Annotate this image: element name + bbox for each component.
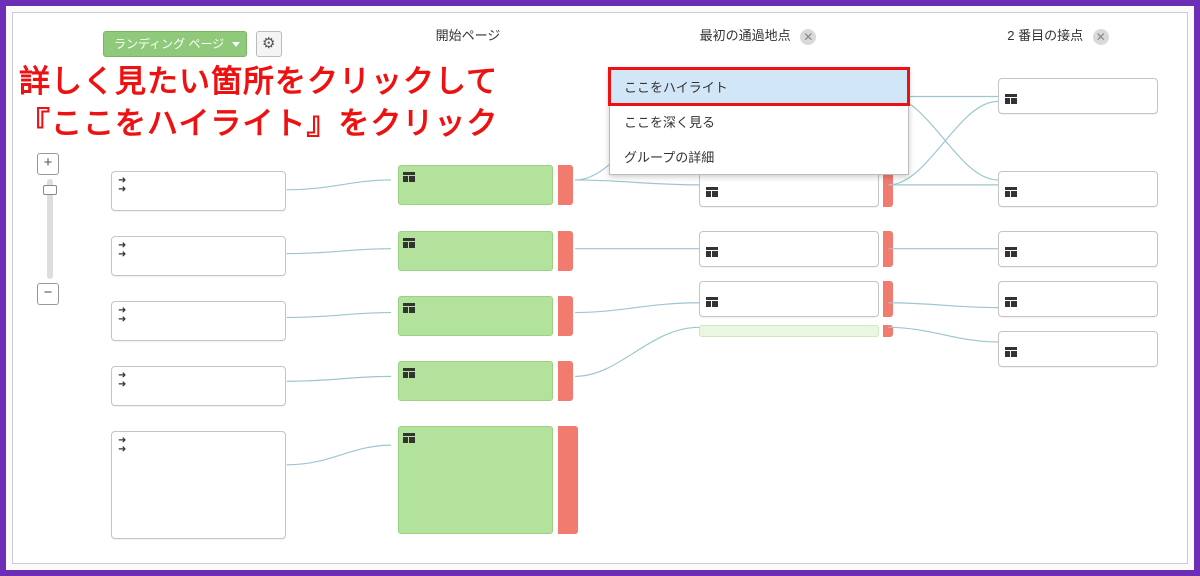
context-menu-group-detail[interactable]: グループの詳細 <box>610 139 908 174</box>
source-node[interactable]: ➜➜ <box>111 431 286 539</box>
dropoff-bar <box>558 361 573 401</box>
page-icon <box>706 247 718 257</box>
column-header-first: 最初の通過地点 <box>700 28 791 43</box>
column-header-second: 2 番目の接点 <box>1007 28 1083 43</box>
traffic-arrows-icon: ➜➜ <box>118 306 126 324</box>
zoom-slider-handle[interactable] <box>43 185 57 195</box>
page-node[interactable] <box>699 171 879 207</box>
close-icon[interactable]: ✕ <box>800 29 816 45</box>
source-node[interactable]: ➜➜ <box>111 236 286 276</box>
gear-icon: ⚙ <box>262 35 275 52</box>
page-icon <box>1005 247 1017 257</box>
page-icon <box>403 368 415 378</box>
page-node[interactable] <box>398 361 553 401</box>
context-menu: ここをハイライト ここを深く見る グループの詳細 <box>609 68 909 175</box>
annotation-line-2: 『ここをハイライト』をクリック <box>19 103 498 145</box>
dropoff-bar <box>883 231 893 267</box>
zoom-slider-track[interactable] <box>47 179 53 279</box>
zoom-in-button[interactable]: + <box>37 153 59 175</box>
page-node[interactable] <box>398 426 553 534</box>
traffic-arrows-icon: ➜➜ <box>118 241 126 259</box>
page-icon <box>403 303 415 313</box>
dropoff-bar <box>558 231 573 271</box>
landing-page-dropdown[interactable]: ランディング ページ <box>103 31 247 57</box>
page-icon <box>1005 347 1017 357</box>
source-node[interactable]: ➜➜ <box>111 366 286 406</box>
dropoff-bar <box>558 296 573 336</box>
dropoff-bar <box>883 325 893 337</box>
page-icon <box>403 238 415 248</box>
dropoff-bar <box>558 165 573 205</box>
gear-button[interactable]: ⚙ <box>256 31 282 57</box>
page-node[interactable] <box>699 231 879 267</box>
source-node[interactable]: ➜➜ <box>111 301 286 341</box>
source-node[interactable]: ➜➜ <box>111 171 286 211</box>
page-icon <box>1005 187 1017 197</box>
page-icon <box>706 297 718 307</box>
page-node[interactable] <box>998 231 1158 267</box>
instruction-annotation: 詳しく見たい箇所をクリックして 『ここをハイライト』をクリック <box>19 61 498 145</box>
page-node[interactable] <box>398 296 553 336</box>
dropoff-bar <box>883 171 893 207</box>
page-node[interactable] <box>398 231 553 271</box>
dropoff-bar <box>558 426 578 534</box>
dropoff-bar <box>883 281 893 317</box>
page-node[interactable] <box>998 331 1158 367</box>
page-node[interactable] <box>699 281 879 317</box>
landing-page-label: ランディング ページ <box>114 37 224 51</box>
traffic-arrows-icon: ➜➜ <box>118 176 126 194</box>
page-icon <box>403 172 415 182</box>
page-node[interactable] <box>998 171 1158 207</box>
page-icon <box>706 187 718 197</box>
close-icon[interactable]: ✕ <box>1093 29 1109 45</box>
traffic-arrows-icon: ➜➜ <box>118 436 126 454</box>
page-icon <box>403 433 415 443</box>
zoom-out-button[interactable]: − <box>37 283 59 305</box>
page-node[interactable] <box>998 281 1158 317</box>
page-icon <box>1005 94 1017 104</box>
column-header-start: 開始ページ <box>408 25 528 44</box>
context-menu-highlight[interactable]: ここをハイライト <box>610 69 908 104</box>
page-node[interactable] <box>998 78 1158 114</box>
page-icon <box>1005 297 1017 307</box>
page-node-small[interactable] <box>699 325 879 337</box>
annotation-line-1: 詳しく見たい箇所をクリックして <box>19 61 498 103</box>
context-menu-drilldown[interactable]: ここを深く見る <box>610 104 908 139</box>
page-node[interactable] <box>398 165 553 205</box>
chevron-down-icon <box>232 42 240 47</box>
traffic-arrows-icon: ➜➜ <box>118 371 126 389</box>
zoom-control: + − <box>37 153 63 305</box>
